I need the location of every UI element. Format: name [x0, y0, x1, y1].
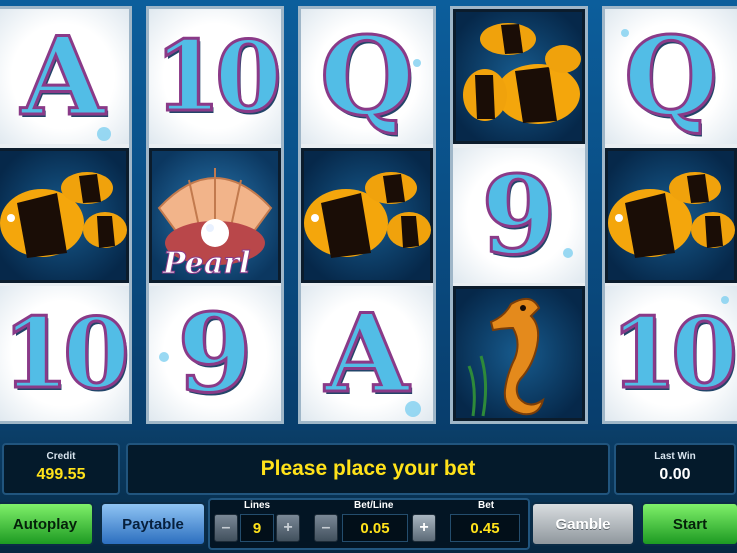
status-message: Please place your bet [126, 443, 610, 495]
symbol-10: 10 [149, 9, 281, 144]
lines-plus-button[interactable]: + [276, 514, 300, 542]
symbol-q: Q [301, 9, 433, 144]
reel-2: 10 Pearl 9 [146, 6, 284, 424]
lines-minus-button[interactable]: – [214, 514, 238, 542]
bet-value: 0.45 [450, 514, 520, 542]
lines-value: 9 [240, 514, 274, 542]
credit-value: 499.55 [36, 466, 86, 483]
symbol-9: 9 [149, 286, 281, 421]
symbol-letter: Q [318, 13, 415, 140]
bet-line-label: Bet/Line [354, 500, 394, 511]
reel-4: 9 [450, 6, 588, 424]
symbol-letter: 9 [176, 290, 254, 417]
symbol-10: 10 [0, 286, 129, 421]
reel-1: A 10 [0, 6, 132, 424]
symbol-a: A [301, 286, 433, 421]
last-win-value: 0.00 [659, 466, 691, 483]
last-win-label: Last Win [654, 451, 696, 462]
fish-icon [301, 148, 433, 283]
symbol-letter: 10 [153, 19, 281, 133]
symbol-10: 10 [605, 286, 737, 421]
symbol-letter: A [324, 290, 411, 417]
bet-line-minus-button[interactable]: – [314, 514, 338, 542]
lines-label: Lines [244, 500, 271, 511]
pearl-label: Pearl [162, 246, 251, 282]
last-win-display: Last Win 0.00 [614, 443, 736, 495]
symbol-a: A [0, 9, 129, 144]
bet-line-value: 0.05 [342, 514, 408, 542]
fish-icon [605, 148, 737, 283]
symbol-letter: 9 [480, 152, 558, 279]
bet-line-plus-button[interactable]: + [412, 514, 436, 542]
pearl-shell-icon: Pearl [149, 148, 281, 283]
credit-display: Credit 499.55 [2, 443, 120, 495]
reel-3: Q A [298, 6, 436, 424]
credit-label: Credit [46, 451, 76, 462]
symbol-9: 9 [453, 148, 585, 283]
autoplay-button[interactable]: Autoplay [0, 502, 94, 546]
symbol-letter: 10 [609, 296, 737, 410]
gamble-button[interactable]: Gamble [531, 502, 635, 546]
symbol-letter: 10 [1, 296, 129, 410]
reel-5: Q 10 [602, 6, 737, 424]
paytable-button[interactable]: Paytable [100, 502, 206, 546]
symbol-letter: Q [622, 13, 719, 140]
seahorse-icon [453, 286, 585, 421]
bet-label: Bet [478, 500, 495, 511]
symbol-letter: A [20, 13, 107, 140]
start-button[interactable]: Start [641, 502, 737, 546]
symbol-q: Q [605, 9, 737, 144]
reels-area: A 10 10 Pearl 9 Q A 9 Q 10 [0, 0, 737, 430]
fish-icon [453, 9, 585, 144]
fish-icon [0, 148, 129, 283]
